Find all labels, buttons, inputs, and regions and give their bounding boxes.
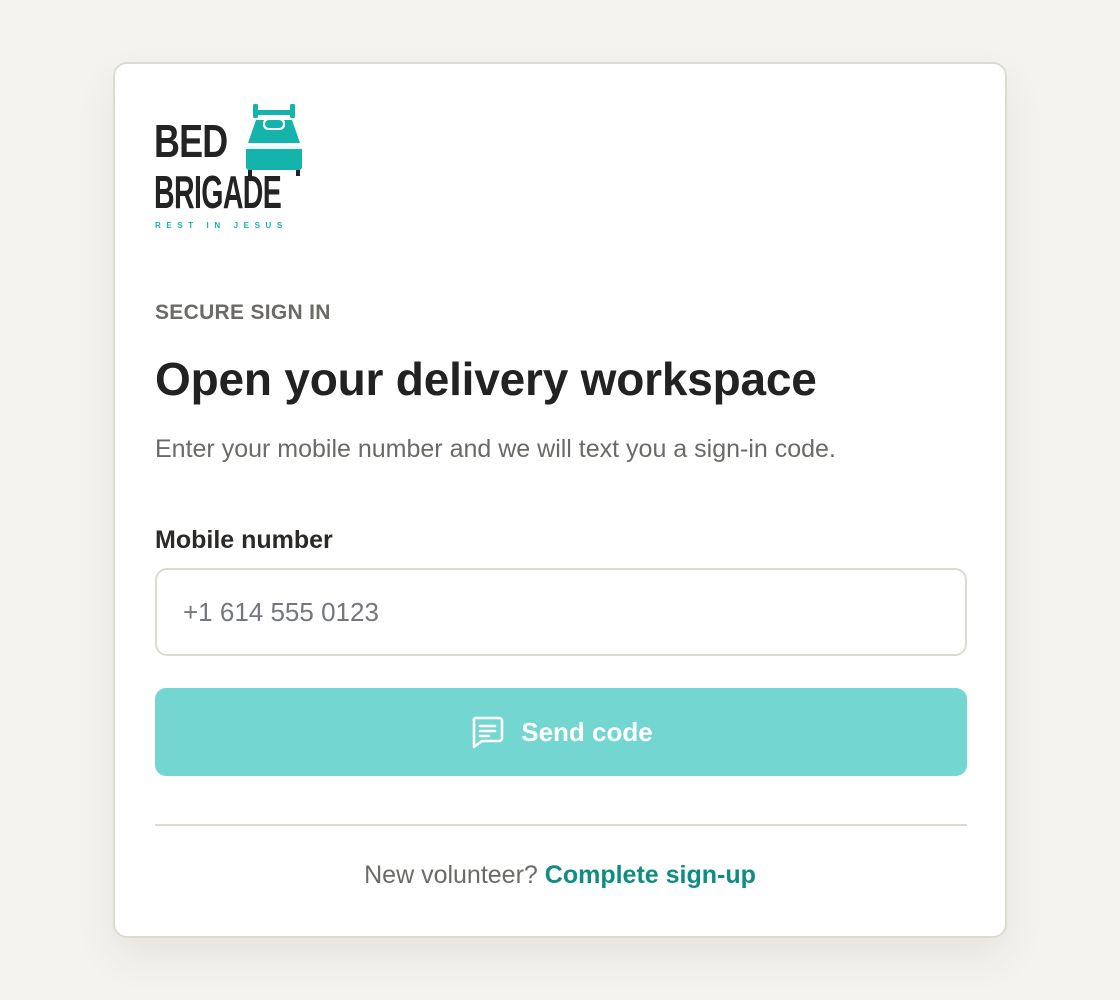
message-square-icon bbox=[469, 715, 505, 749]
logo-word-brigade: BRIGADE bbox=[154, 166, 282, 218]
page-title: Open your delivery workspace bbox=[155, 353, 817, 405]
signup-prompt: New volunteer? Complete sign-up bbox=[115, 861, 1005, 890]
logo-word-bed: BED bbox=[154, 115, 228, 167]
divider bbox=[155, 824, 967, 826]
secure-sign-in-eyebrow: SECURE SIGN IN bbox=[155, 301, 331, 324]
bed-brigade-logo: BED BRIGADE REST IN JESUS bbox=[154, 103, 306, 235]
send-code-label: Send code bbox=[521, 716, 653, 747]
sign-in-card: BED BRIGADE REST IN JESUS SECURE SIGN IN… bbox=[113, 62, 1007, 938]
new-volunteer-text: New volunteer? bbox=[364, 861, 538, 889]
page-subtitle: Enter your mobile number and we will tex… bbox=[155, 435, 836, 463]
mobile-number-label: Mobile number bbox=[155, 526, 333, 554]
mobile-number-input[interactable] bbox=[155, 568, 967, 656]
logo-tagline: REST IN JESUS bbox=[155, 221, 288, 230]
send-code-button[interactable]: Send code bbox=[155, 688, 967, 776]
complete-signup-link[interactable]: Complete sign-up bbox=[545, 861, 756, 889]
